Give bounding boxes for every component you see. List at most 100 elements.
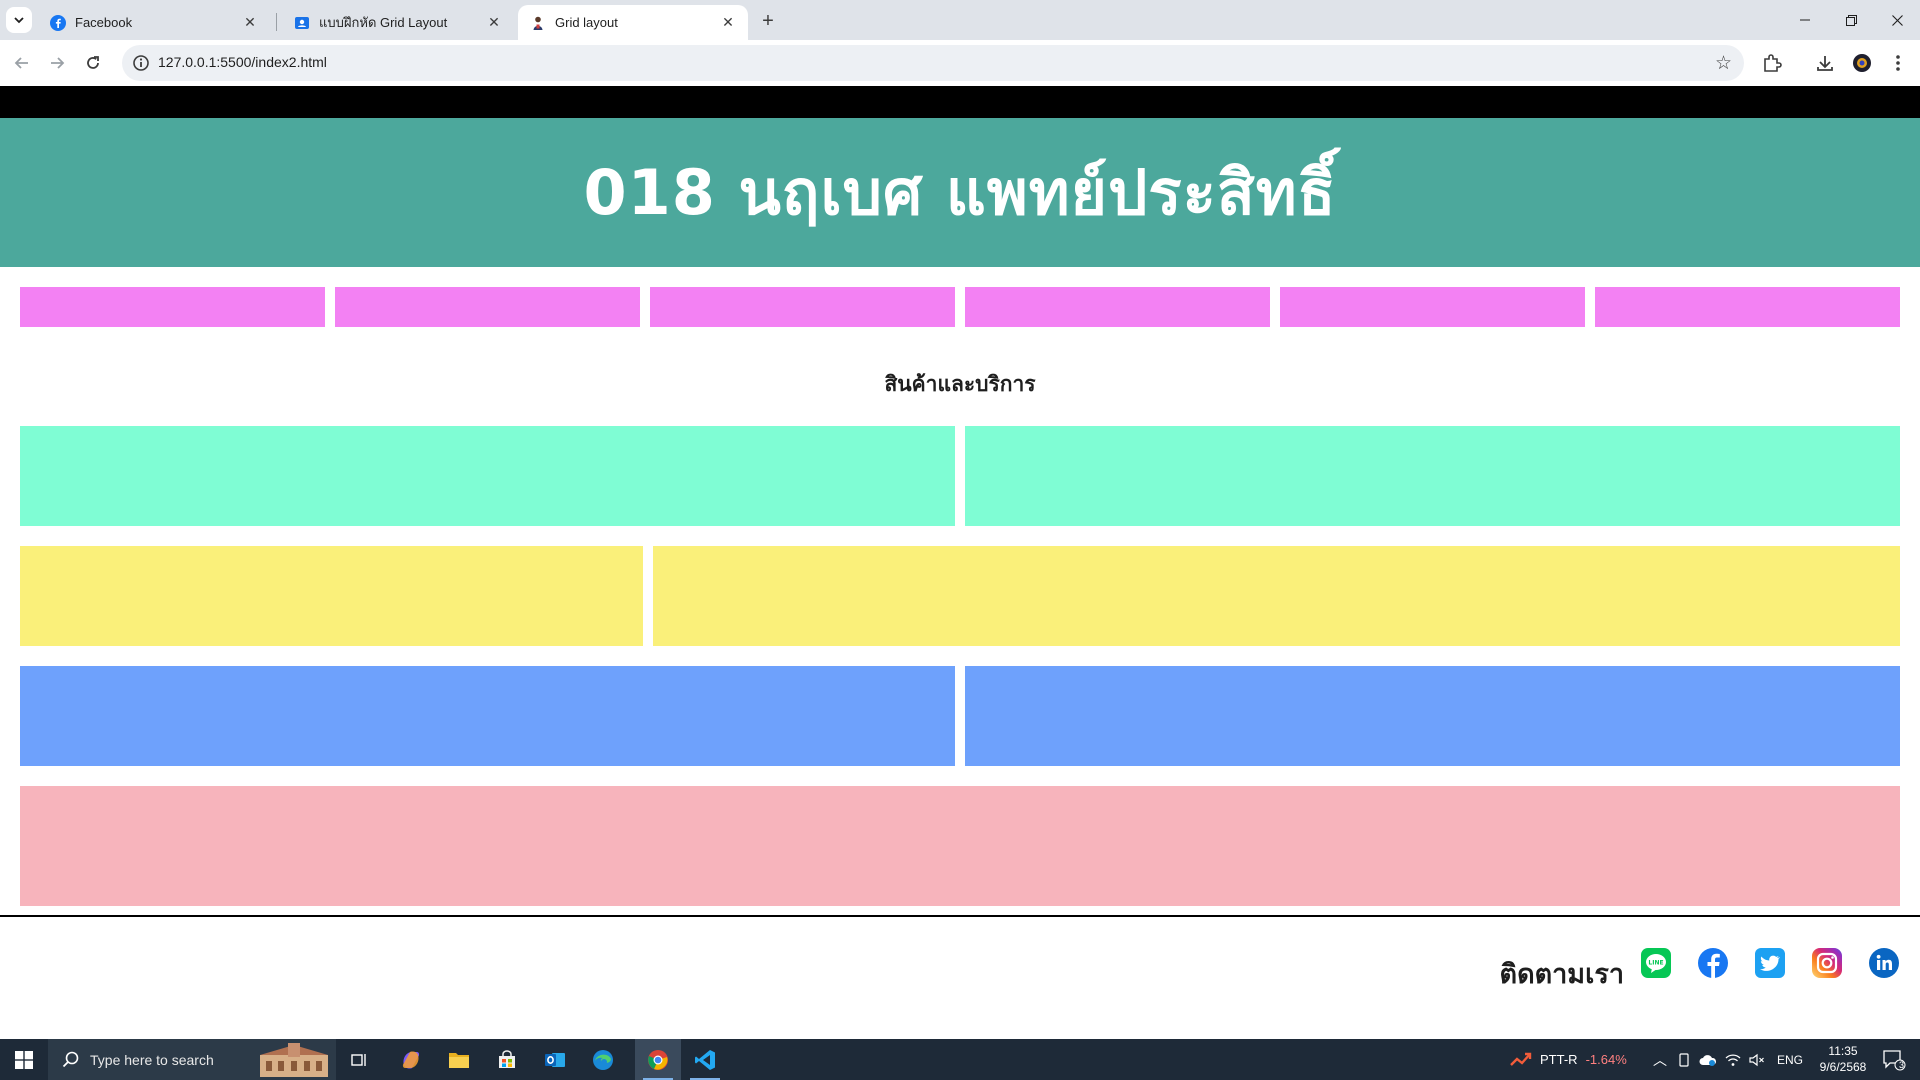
follow-us-label: ติดตามเรา [1499,959,1624,990]
tab-title: Grid layout [555,15,618,30]
arrow-right-icon [51,57,65,69]
task-view-icon [351,1053,366,1066]
edge-icon [593,1049,613,1070]
nav-item[interactable] [1595,287,1900,327]
tab-facebook[interactable]: Facebook ✕ [38,5,270,40]
address-bar[interactable]: 127.0.0.1:5500/index2.html ☆ [122,45,1744,81]
wifi-icon[interactable] [1725,1053,1741,1067]
notifications-button[interactable]: 3 [1876,1039,1912,1080]
page-title: 018 นฤเบศ แพทย์ประสิทธิ์ [583,155,1337,229]
forward-button[interactable] [42,48,72,78]
file-explorer-button[interactable] [436,1039,482,1080]
task-view-button[interactable] [336,1039,382,1080]
menu-button[interactable] [1886,51,1910,75]
close-tab-icon[interactable]: ✕ [242,14,258,31]
stock-widget[interactable]: PTT-R -1.64% [1510,1039,1627,1080]
tab-title: แบบฝึกหัด Grid Layout [319,15,448,30]
url-text[interactable]: 127.0.0.1:5500/index2.html [158,54,327,70]
search-icon [62,1051,79,1067]
new-tab-button[interactable]: + [756,9,780,33]
language-indicator[interactable]: ENG [1777,1053,1803,1067]
section-title: สินค้าและบริการ [884,372,1036,396]
grid-box [653,546,1900,646]
tab-grid-exercise[interactable]: แบบฝึกหัด Grid Layout ✕ [282,5,514,40]
facebook-icon [50,14,66,31]
puzzle-icon [1764,54,1782,72]
footer-divider [0,915,1920,917]
back-button[interactable] [7,48,37,78]
stock-change: -1.64% [1585,1052,1627,1067]
restore-icon [1845,14,1857,26]
tab-divider [276,13,277,31]
nav-item[interactable] [1280,287,1585,327]
grid-box [965,426,1900,526]
chrome-button[interactable] [635,1039,681,1080]
instagram-icon[interactable] [1811,947,1843,979]
download-icon [1817,56,1833,71]
nav-bar [20,287,1900,327]
reload-button[interactable] [78,48,108,78]
store-icon [499,1049,515,1068]
grid-box [20,786,1900,906]
vscode-button[interactable] [682,1039,728,1080]
outlook-button[interactable] [532,1039,578,1080]
grid-box [20,546,643,646]
chevron-up-icon[interactable]: ︿ [1649,1050,1671,1070]
close-icon [1891,14,1903,26]
vscode-icon [695,1049,715,1070]
nav-item[interactable] [20,287,325,327]
folder-icon [449,1052,469,1068]
tab-title: Facebook [75,15,133,30]
linkedin-icon[interactable] [1868,947,1900,979]
edge-button[interactable] [580,1039,626,1080]
copilot-icon [402,1050,420,1069]
nav-item[interactable] [335,287,640,327]
onedrive-icon[interactable] [1699,1053,1717,1067]
system-tray: ︿ ENG [1649,1039,1803,1080]
grid-box [20,426,955,526]
browser-tab-bar: Facebook ✕ แบบฝึกหัด Grid Layout ✕ Grid … [0,0,1920,40]
restore-button[interactable] [1828,0,1874,40]
close-tab-icon[interactable]: ✕ [720,14,736,31]
twitter-icon[interactable] [1754,947,1786,979]
grid-box [20,666,955,766]
svg-text:LINE: LINE [1648,960,1663,967]
stock-name: PTT-R [1540,1052,1578,1067]
tab-search-button[interactable] [6,7,32,33]
minimize-button[interactable] [1782,0,1828,40]
nav-item[interactable] [650,287,955,327]
device-icon[interactable] [1677,1052,1691,1067]
profile-button[interactable] [1850,51,1874,75]
store-button[interactable] [484,1039,530,1080]
bookmark-star-icon[interactable]: ☆ [1715,52,1732,75]
clock-date: 9/6/2568 [1819,1060,1867,1074]
facebook-icon[interactable] [1697,947,1729,979]
extensions-button[interactable] [1760,51,1784,75]
taskbar-search[interactable]: Type here to search [48,1039,336,1080]
close-window-button[interactable] [1874,0,1920,40]
copilot-button[interactable] [388,1039,434,1080]
start-button[interactable] [0,1039,48,1080]
chevron-down-icon [14,17,24,24]
arrow-left-icon [14,57,28,69]
web-page: 018 นฤเบศ แพทย์ประสิทธิ์ สินค้าและบริการ… [0,86,1920,1039]
line-icon[interactable]: LINE [1640,947,1672,979]
tab-grid-layout[interactable]: Grid layout ✕ [518,5,748,40]
grid-box [965,666,1900,766]
speaker-muted-icon[interactable] [1749,1053,1765,1067]
downloads-button[interactable] [1813,51,1837,75]
search-highlight-image [254,1041,334,1078]
windows-icon [15,1050,33,1069]
minimize-icon [1800,19,1810,21]
grid-row-1 [20,426,1900,526]
notification-count: 3 [1898,1060,1904,1070]
top-black-bar [0,86,1920,118]
grid-row-2 [20,546,1900,646]
close-tab-icon[interactable]: ✕ [486,14,502,31]
info-icon[interactable] [132,54,150,72]
more-vertical-icon [1896,55,1900,71]
nav-item[interactable] [965,287,1270,327]
clock[interactable]: 11:35 9/6/2568 [1808,1043,1878,1075]
grid-row-4 [20,786,1900,906]
search-placeholder: Type here to search [90,1051,214,1068]
